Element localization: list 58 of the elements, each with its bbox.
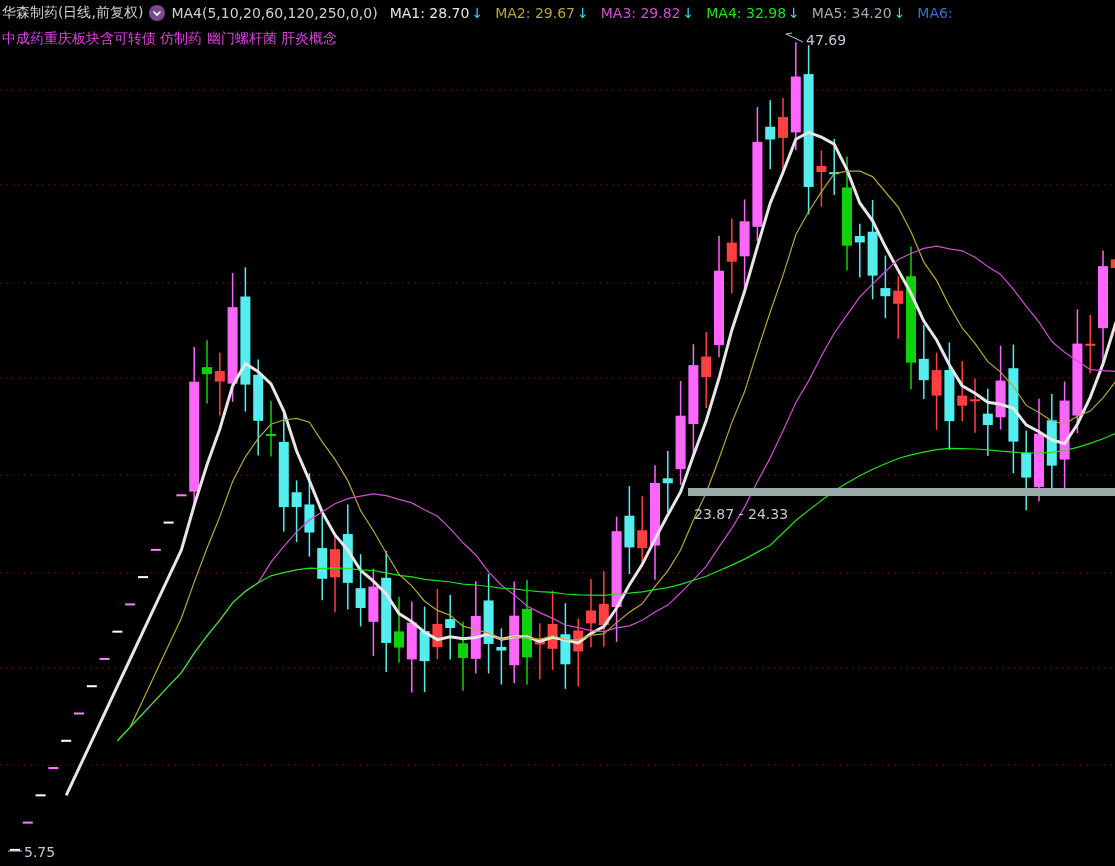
- candlestick: [854, 223, 865, 279]
- candlestick: [61, 739, 72, 742]
- candlestick: [86, 685, 97, 688]
- price-range-label: 23.87 - 24.33: [694, 506, 789, 522]
- candlestick: [125, 603, 136, 606]
- stock-title: 华森制药(日线,前复权): [2, 4, 144, 22]
- low-price-label: 5.75: [24, 844, 56, 860]
- concept-tags: 中成药重庆板块含可转债 仿制药 幽门螺杆菌 肝炎概念: [2, 30, 338, 46]
- candlestick: [48, 767, 59, 770]
- indicator-name: MA4(5,10,20,60,120,250,0,0): [171, 5, 378, 21]
- candlestick: [22, 821, 33, 824]
- candlestick: [10, 848, 20, 851]
- candlestick: [214, 351, 225, 417]
- candlestick: [291, 479, 302, 543]
- candlestick: [829, 138, 840, 196]
- candlestick: [445, 594, 456, 661]
- leader-line: [785, 32, 804, 43]
- candlestick: [534, 622, 545, 680]
- candlestick: [765, 99, 776, 170]
- down-arrow-icon: ↓: [682, 5, 695, 21]
- candlestick: [893, 275, 904, 340]
- candlestick: [432, 588, 443, 660]
- candlestick: [99, 657, 110, 660]
- candlestick: [163, 521, 174, 524]
- candlestick: [880, 254, 891, 319]
- leader-line: [7, 850, 23, 852]
- moving-average-value: MA1: 28.70: [389, 5, 470, 21]
- candlestick: [266, 400, 276, 458]
- candlestick: [150, 548, 161, 551]
- candlestick: [970, 377, 980, 434]
- moving-average-value: MA4: 32.98: [706, 5, 787, 21]
- moving-average-value: MA3: 29.82: [600, 5, 681, 21]
- candlestick: [816, 149, 827, 208]
- moving-average-value: MA5: 34.20: [811, 5, 892, 21]
- candlestick: [112, 630, 123, 633]
- down-arrow-icon: ↓: [471, 5, 484, 21]
- candlestick: [1110, 259, 1115, 268]
- candlestick: [74, 712, 84, 715]
- candlestick: [573, 617, 584, 688]
- candlestick: [1085, 314, 1096, 375]
- candlestick: [586, 578, 596, 649]
- candlestick: [662, 450, 673, 513]
- candlestick: [35, 794, 46, 797]
- candlestick: [138, 576, 148, 579]
- high-price-label: 47.69: [806, 32, 847, 48]
- moving-average-value: MA6:: [917, 5, 953, 21]
- dropdown-icon[interactable]: [149, 5, 166, 21]
- candlestick: [458, 620, 468, 692]
- down-arrow-icon: ↓: [893, 5, 906, 21]
- candlestick: [394, 595, 404, 664]
- candlestick: [957, 360, 968, 423]
- candlestick: [496, 627, 507, 686]
- candlestick: [982, 388, 993, 457]
- down-arrow-icon: ↓: [788, 5, 800, 21]
- candlestick: [176, 494, 187, 497]
- moving-average-value: MA2: 29.67: [495, 5, 575, 21]
- candlestick: [202, 339, 212, 405]
- down-arrow-icon: ↓: [577, 5, 589, 21]
